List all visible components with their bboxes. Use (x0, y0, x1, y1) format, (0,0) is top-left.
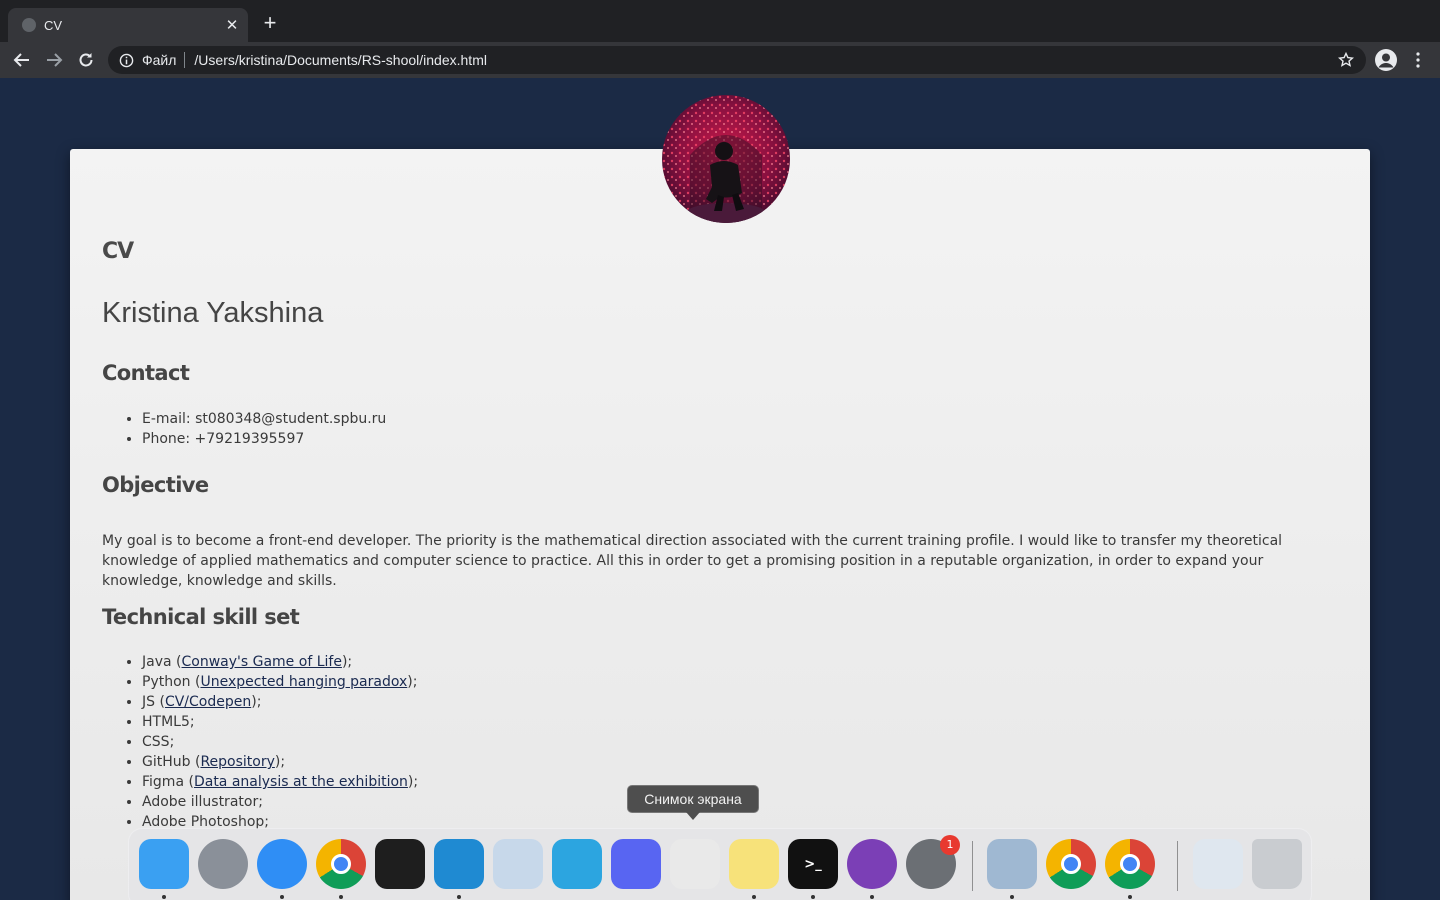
downloads-stack-icon[interactable] (1193, 839, 1243, 889)
reload-button[interactable] (74, 48, 98, 72)
running-indicator (162, 895, 166, 899)
objective-text: My goal is to become a front-end develop… (102, 533, 1283, 589)
notes-icon[interactable] (729, 839, 779, 889)
phone-value: +79219395597 (194, 431, 305, 447)
preview-eagle-icon[interactable] (493, 839, 543, 889)
dock-tooltip: Снимок экрана (627, 785, 759, 820)
scheme-label: Файл (142, 52, 177, 68)
discord-icon[interactable] (611, 839, 661, 889)
chrome-icon[interactable] (316, 839, 366, 889)
kebab-menu-icon[interactable] (1408, 48, 1428, 72)
tab-title: CV (44, 17, 63, 33)
skills-list: Java (Conway's Game of Life); Python (Un… (142, 652, 418, 832)
safari-icon[interactable] (257, 839, 307, 889)
running-indicator (1010, 895, 1014, 899)
cv-heading: CV (102, 239, 134, 264)
info-icon[interactable] (118, 52, 134, 68)
terminal-icon[interactable]: >_ (788, 839, 838, 889)
person-name: Kristina Yakshina (102, 297, 324, 329)
running-indicator (811, 895, 815, 899)
launchpad-icon[interactable] (198, 839, 248, 889)
notification-badge: 1 (940, 835, 960, 855)
browser-toolbar: Файл /Users/kristina/Documents/RS-shool/… (0, 42, 1440, 78)
new-tab-button[interactable]: + (258, 11, 282, 35)
reload-icon (79, 53, 93, 67)
macos-dock: >_ 1 (128, 828, 1312, 900)
skill-item: HTML5; (142, 712, 418, 732)
skill-link[interactable]: Repository (200, 754, 274, 770)
contact-email: E-mail: st080348@student.spbu.ru (142, 409, 386, 429)
running-indicator (339, 895, 343, 899)
finder-icon[interactable] (139, 839, 189, 889)
chrome-icon-2[interactable] (1046, 839, 1096, 889)
bookmark-star-icon[interactable] (1332, 52, 1360, 68)
skill-item: Java (Conway's Game of Life); (142, 652, 418, 672)
running-indicator (280, 895, 284, 899)
skills-heading: Technical skill set (102, 605, 300, 629)
skill-item: JS (CV/Codepen); (142, 692, 418, 712)
page-viewport: CV Kristina Yakshina Contact E-mail: st0… (0, 78, 1440, 900)
skill-link[interactable]: Conway's Game of Life (182, 654, 342, 670)
forward-button[interactable] (42, 48, 66, 72)
telegram-icon[interactable] (552, 839, 602, 889)
skill-item: Python (Unexpected hanging paradox); (142, 672, 418, 692)
skill-link[interactable]: Data analysis at the exhibition (194, 774, 408, 790)
url-text[interactable]: /Users/kristina/Documents/RS-shool/index… (194, 52, 1332, 68)
running-indicator (1128, 895, 1132, 899)
address-bar[interactable]: Файл /Users/kristina/Documents/RS-shool/… (108, 46, 1366, 74)
running-indicator (457, 895, 461, 899)
system-preferences-icon[interactable]: 1 (906, 835, 960, 889)
skill-link[interactable]: CV/Codepen (165, 694, 251, 710)
github-desktop-icon[interactable] (847, 839, 897, 889)
profile-avatar-icon[interactable] (1374, 48, 1398, 72)
running-indicator (870, 895, 874, 899)
tab-cv[interactable]: CV ✕ (8, 8, 248, 42)
running-indicator (752, 895, 756, 899)
figma-icon[interactable] (375, 839, 425, 889)
contact-list: E-mail: st080348@student.spbu.ru Phone: … (142, 409, 386, 449)
skill-item: GitHub (Repository); (142, 752, 418, 772)
email-value[interactable]: st080348@student.spbu.ru (195, 411, 386, 427)
trash-icon[interactable] (1252, 839, 1302, 889)
tab-strip: CV ✕ + (0, 0, 1440, 42)
arrow-left-icon (13, 53, 29, 67)
profile-photo (662, 95, 790, 223)
skill-item: CSS; (142, 732, 418, 752)
objective-heading: Objective (102, 473, 209, 497)
arrow-right-icon (47, 53, 63, 67)
globe-icon (22, 18, 36, 32)
skill-item: Adobe illustrator; (142, 792, 418, 812)
skill-link[interactable]: Unexpected hanging paradox (200, 674, 407, 690)
dock-divider (972, 841, 973, 891)
vscode-icon[interactable] (434, 839, 484, 889)
close-tab-icon[interactable]: ✕ (220, 16, 244, 34)
back-button[interactable] (10, 48, 34, 72)
dock-divider (1177, 841, 1178, 891)
separator (184, 52, 186, 68)
contact-heading: Contact (102, 361, 190, 385)
skill-item: Figma (Data analysis at the exhibition); (142, 772, 418, 792)
chrome-icon-3[interactable] (1105, 839, 1155, 889)
preview-icon[interactable] (987, 839, 1037, 889)
screenshot-icon[interactable] (670, 839, 720, 889)
contact-phone: Phone: +79219395597 (142, 429, 386, 449)
